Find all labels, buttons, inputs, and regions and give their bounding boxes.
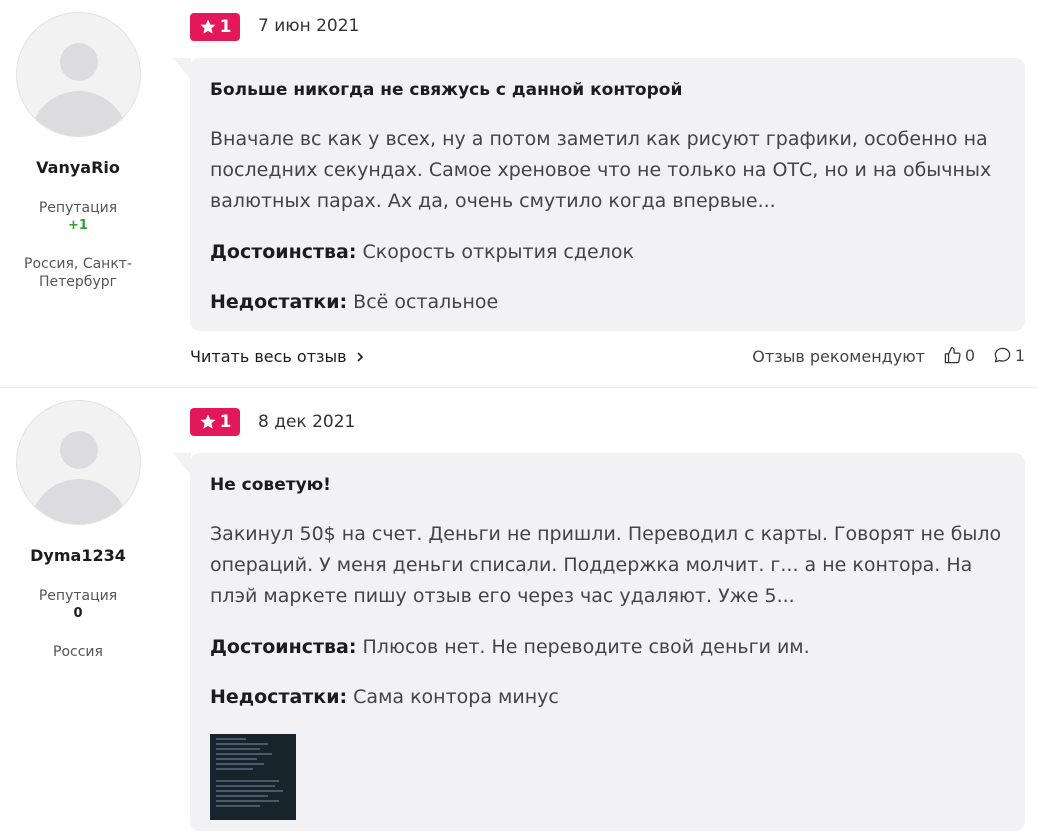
- pros-text: Скорость открытия сделок: [362, 241, 634, 263]
- reputation-label: Репутация: [38, 200, 118, 216]
- rating-badge: 1: [190, 13, 240, 41]
- reputation-label: Репутация: [38, 588, 118, 604]
- rating-badge: 1: [190, 408, 240, 436]
- rating-value: 1: [219, 412, 232, 432]
- comment-icon: [994, 347, 1011, 363]
- cons-label: Недостатки:: [210, 686, 348, 708]
- pros-text: Плюсов нет. Не переводите свой деньги им…: [362, 636, 810, 658]
- recommend-label: Отзыв рекомендуют: [752, 347, 925, 366]
- cons-text: Всё остальное: [353, 291, 499, 313]
- author-info: VanyaRio Репутация +1 Россия, Санкт-Пете…: [0, 12, 156, 291]
- reputation-value: 0: [73, 606, 83, 621]
- author-name[interactable]: Dyma1234: [0, 546, 156, 565]
- review-body: Не советую! Закинул 50$ на счет. Деньги …: [173, 453, 1025, 831]
- review-card: Dyma1234 Репутация 0 Россия 1 8 дек 2021…: [0, 388, 1037, 835]
- like-count: 0: [964, 346, 975, 365]
- star-icon: [200, 19, 216, 34]
- review-cons: Недостатки: Сама контора минус: [210, 684, 1005, 710]
- review-date: 8 дек 2021: [258, 412, 356, 432]
- avatar[interactable]: [15, 400, 141, 525]
- cons-text: Сама контора минус: [353, 686, 559, 708]
- reputation-value: +1: [68, 218, 88, 233]
- read-more-label: Читать весь отзыв: [190, 347, 347, 366]
- comment-count: 1: [1014, 346, 1025, 365]
- rating-value: 1: [219, 17, 232, 37]
- author-info: Dyma1234 Репутация 0 Россия: [0, 400, 156, 661]
- review-pros: Достоинства: Скорость открытия сделок: [210, 239, 1005, 265]
- author-location: Россия: [53, 644, 103, 660]
- star-icon: [200, 414, 216, 429]
- review-text: Вначале вс как у всех, ну а потом замети…: [210, 128, 992, 212]
- review-footer: Читать весь отзыв Отзыв рекомендуют 0 1: [190, 345, 1025, 369]
- review-date: 7 июн 2021: [258, 16, 360, 36]
- cons-label: Недостатки:: [210, 291, 348, 313]
- review-title[interactable]: Больше никогда не свяжусь с данной конто…: [210, 78, 1005, 102]
- comments-button[interactable]: 1: [993, 346, 1025, 365]
- pros-label: Достоинства:: [210, 636, 357, 658]
- thumbs-up-icon: [944, 346, 961, 364]
- review-body: Больше никогда не свяжусь с данной конто…: [173, 58, 1025, 331]
- avatar[interactable]: [15, 12, 141, 137]
- pros-label: Достоинства:: [210, 241, 357, 263]
- review-text: Закинул 50$ на счет. Деньги не пришли. П…: [210, 523, 1002, 607]
- review-card: VanyaRio Репутация +1 Россия, Санкт-Пете…: [0, 0, 1037, 388]
- like-button[interactable]: 0: [943, 346, 975, 365]
- attachment-thumbnail[interactable]: [210, 734, 296, 820]
- chevron-right-icon: [357, 351, 363, 362]
- author-location: Россия, Санкт-Петербург: [24, 256, 132, 290]
- review-cons: Недостатки: Всё остальное: [210, 289, 1005, 315]
- read-more-link[interactable]: Читать весь отзыв: [190, 347, 365, 366]
- author-name[interactable]: VanyaRio: [0, 158, 156, 177]
- review-pros: Достоинства: Плюсов нет. Не переводите с…: [210, 634, 1005, 660]
- review-title[interactable]: Не советую!: [210, 473, 1005, 497]
